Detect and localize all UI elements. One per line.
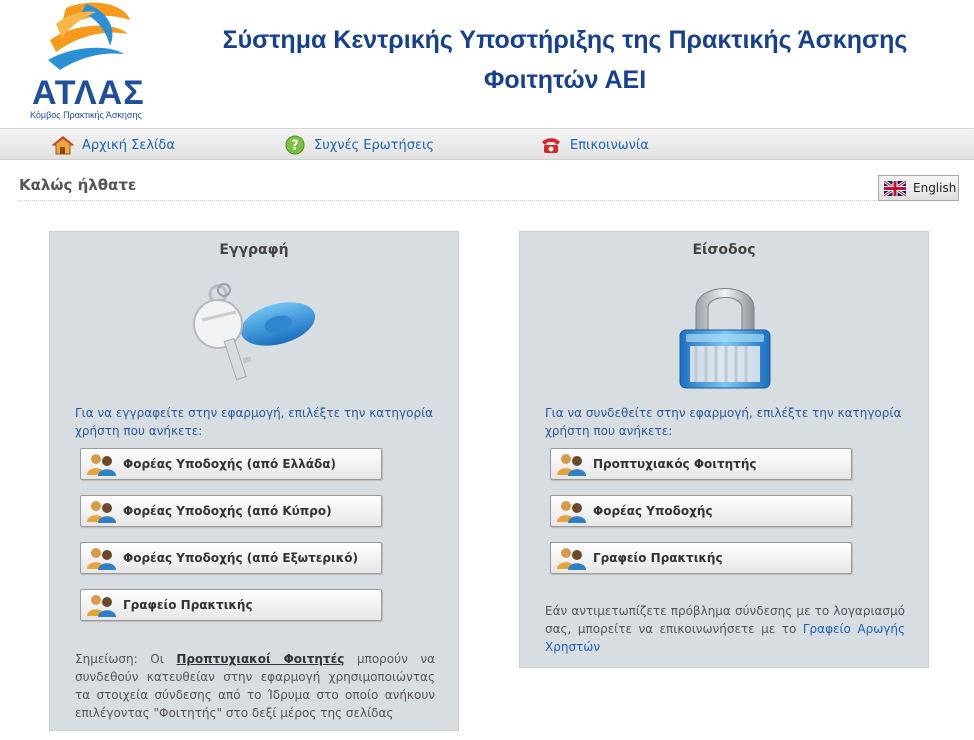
nav-label-faq: Συχνές Ερωτήσεις	[314, 137, 435, 153]
logo-subtitle: Κόμβος Πρακτικής Άσκησης	[30, 110, 142, 120]
site-header: ΑΤΛΑΣ Κόμβος Πρακτικής Άσκησης Σύστημα Κ…	[0, 0, 974, 128]
padlock-icon	[670, 274, 780, 400]
register-internship-office-button[interactable]: Γραφείο Πρακτικής	[80, 589, 382, 621]
register-host-abroad-button[interactable]: Φορέας Υποδοχής (από Εξωτερικό)	[80, 542, 382, 574]
register-internship-office-label: Γραφείο Πρακτικής	[123, 598, 253, 612]
register-host-cyprus-button[interactable]: Φορέας Υποδοχής (από Κύπρο)	[80, 495, 382, 527]
nav-label-contact: Επικοινωνία	[570, 137, 649, 153]
nav-label-home: Αρχική Σελίδα	[82, 137, 175, 153]
nav-item-faq[interactable]: ? Συχνές Ερωτήσεις	[284, 129, 434, 161]
atlas-logo-swirl-icon	[48, 2, 130, 70]
atlas-logo[interactable]: ΑΤΛΑΣ Κόμβος Πρακτικής Άσκησης	[26, 0, 156, 124]
users-icon	[87, 454, 116, 476]
registration-note: Σημείωση: Οι Προπτυχιακοί Φοιτητές μπορο…	[75, 650, 435, 722]
site-title-line1: Σύστημα Κεντρικής Υποστήριξης της Πρακτι…	[222, 26, 908, 54]
nav-item-contact[interactable]: Επικοινωνία	[540, 129, 649, 161]
register-host-greece-label: Φορέας Υποδοχής (από Ελλάδα)	[123, 457, 336, 471]
login-undergraduate-student-label: Προπτυχιακός Φοιτητής	[593, 457, 757, 471]
phone-icon	[540, 135, 562, 155]
registration-panel: Εγγραφή Για να εγγραφείτε στην εφαρμογή,…	[49, 231, 459, 731]
users-icon	[557, 548, 586, 570]
login-intro: Για να συνδεθείτε στην εφαρμογή, επιλέξτ…	[545, 406, 902, 438]
site-title-line2: Φοιτητών ΑΕΙ	[483, 66, 647, 94]
svg-text:?: ?	[291, 139, 299, 154]
register-host-greece-button[interactable]: Φορέας Υποδοχής (από Ελλάδα)	[80, 448, 382, 480]
registration-intro: Για να εγγραφείτε στην εφαρμογή, επιλέξτ…	[75, 406, 434, 438]
users-icon	[557, 454, 586, 476]
login-help-text: Εάν αντιμετωπίζετε πρόβλημα σύνδεσης με …	[545, 602, 905, 656]
page-title: Καλώς ήλθατε	[19, 176, 137, 194]
note-prefix: Σημείωση: Οι	[75, 652, 177, 666]
english-label: English	[913, 181, 957, 195]
login-host-organization-label: Φορέας Υποδοχής	[593, 504, 713, 518]
login-undergraduate-student-button[interactable]: Προπτυχιακός Φοιτητής	[550, 448, 852, 480]
register-host-cyprus-label: Φορέας Υποδοχής (από Κύπρο)	[123, 504, 332, 518]
nav-item-home[interactable]: Αρχική Σελίδα	[52, 129, 175, 161]
users-icon	[557, 501, 586, 523]
users-icon	[87, 595, 116, 617]
login-internship-office-label: Γραφείο Πρακτικής	[593, 551, 723, 565]
users-icon	[87, 548, 116, 570]
main-nav: Αρχική Σελίδα ? Συχνές Ερωτήσεις Επικοιν…	[0, 128, 974, 160]
logo-wordmark: ΑΤΛΑΣ	[32, 74, 145, 112]
login-panel: Είσοδος Για να συνδεθείτε στην εφαρμογή,…	[519, 231, 929, 668]
login-title: Είσοδος	[692, 242, 756, 258]
home-icon	[52, 135, 74, 155]
help-icon: ?	[284, 135, 306, 155]
site-title: Σύστημα Κεντρικής Υποστήριξης της Πρακτι…	[170, 20, 960, 100]
login-host-organization-button[interactable]: Φορέας Υποδοχής	[550, 495, 852, 527]
registration-title: Εγγραφή	[219, 242, 289, 258]
undergraduate-students-link[interactable]: Προπτυχιακοί Φοιτητές	[176, 652, 344, 666]
title-divider	[19, 200, 959, 201]
english-language-button[interactable]: English	[878, 175, 959, 201]
register-host-abroad-label: Φορέας Υποδοχής (από Εξωτερικό)	[123, 551, 358, 565]
key-icon	[190, 276, 320, 392]
users-icon	[87, 501, 116, 523]
login-internship-office-button[interactable]: Γραφείο Πρακτικής	[550, 542, 852, 574]
uk-flag-icon	[883, 179, 907, 197]
